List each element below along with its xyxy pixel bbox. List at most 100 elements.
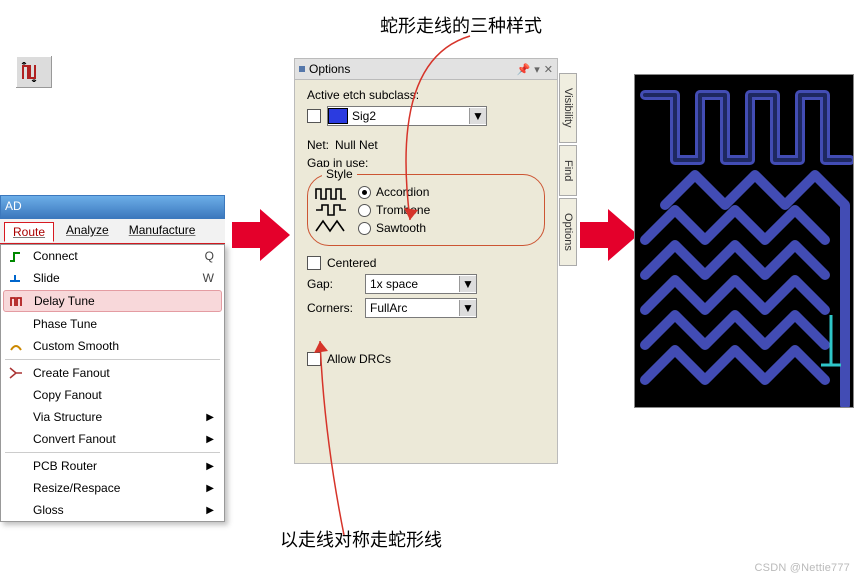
menu-item-via-structure[interactable]: Via Structure ▶ <box>1 406 224 428</box>
style-group: Style Accordion Trombone Sawtooth <box>307 174 545 246</box>
net-label: Net: <box>307 138 329 152</box>
menu-separator <box>5 452 220 453</box>
menu-item-create-fanout[interactable]: Create Fanout <box>1 362 224 384</box>
subclass-value: Sig2 <box>348 109 469 123</box>
submenu-arrow-icon: ▶ <box>206 483 214 494</box>
gap-value: 1x space <box>366 277 459 291</box>
flow-arrow-icon <box>580 222 610 248</box>
menu-item-pcb-router[interactable]: PCB Router ▶ <box>1 455 224 477</box>
window-title-fragment: AD <box>0 195 225 219</box>
menu-item-label: Copy Fanout <box>33 388 214 402</box>
menu-item-gloss[interactable]: Gloss ▶ <box>1 499 224 521</box>
allow-drc-checkbox[interactable] <box>307 352 321 366</box>
net-value: Null Net <box>335 138 378 152</box>
chevron-down-icon[interactable]: ▼ <box>469 108 486 124</box>
tab-find[interactable]: Find <box>559 145 577 196</box>
menu-item-label: Connect <box>33 249 189 263</box>
delay-tune-toolbar-icon[interactable] <box>16 56 52 88</box>
menu-separator <box>5 359 220 360</box>
menu-analyze[interactable]: Analyze <box>58 221 117 241</box>
blank-icon <box>5 316 27 332</box>
menu-item-label: Slide <box>33 271 187 285</box>
menubar: Route Analyze Manufacture <box>0 219 225 244</box>
annotation-centered-explain: 以走线对称走蛇形线 <box>280 526 442 552</box>
route-dropdown: Connect Q Slide W Delay Tune Phase Tune … <box>0 244 225 522</box>
shortcut: W <box>193 271 214 285</box>
menu-item-label: Gloss <box>33 503 200 517</box>
submenu-arrow-icon: ▶ <box>206 505 214 516</box>
radio-label: Sawtooth <box>376 221 426 235</box>
menu-item-slide[interactable]: Slide W <box>1 267 224 289</box>
sawtooth-style-icon <box>314 218 348 234</box>
annotation-serpentine-styles: 蛇形走线的三种样式 <box>380 12 542 38</box>
blank-icon <box>5 458 27 474</box>
subclass-color-swatch[interactable] <box>328 108 348 124</box>
menu-item-custom-smooth[interactable]: Custom Smooth <box>1 335 224 357</box>
menu-item-phase-tune[interactable]: Phase Tune <box>1 313 224 335</box>
shortcut: Q <box>195 249 214 263</box>
menu-item-connect[interactable]: Connect Q <box>1 245 224 267</box>
corners-value: FullArc <box>366 301 459 315</box>
smooth-icon <box>5 338 27 354</box>
menu-item-label: Create Fanout <box>33 366 214 380</box>
menu-item-convert-fanout[interactable]: Convert Fanout ▶ <box>1 428 224 450</box>
blank-icon <box>5 409 27 425</box>
accordion-style-icon <box>314 186 348 202</box>
menu-item-resize-respace[interactable]: Resize/Respace ▶ <box>1 477 224 499</box>
options-panel-titlebar: Options 📌 ▾ ✕ <box>295 59 557 80</box>
side-tabs: Visibility Find Options <box>559 73 577 266</box>
blank-icon <box>5 502 27 518</box>
menu-item-label: Convert Fanout <box>33 432 200 446</box>
tab-options[interactable]: Options <box>559 198 577 266</box>
menu-item-label: Phase Tune <box>33 317 214 331</box>
fanout-icon <box>5 365 27 381</box>
panel-menu-icon[interactable]: ▾ <box>534 63 540 76</box>
menu-item-label: Custom Smooth <box>33 339 214 353</box>
submenu-arrow-icon: ▶ <box>206 434 214 445</box>
options-panel: Options 📌 ▾ ✕ Active etch subclass: Sig2… <box>294 58 558 464</box>
serpentine-preview <box>634 74 854 408</box>
watermark: CSDN @Nettie777 <box>755 562 850 574</box>
style-radio-sawtooth[interactable]: Sawtooth <box>358 221 534 235</box>
radio-label: Accordion <box>376 185 429 199</box>
subclass-visible-check[interactable] <box>307 109 321 123</box>
menu-item-label: Delay Tune <box>34 294 213 308</box>
allow-drc-label: Allow DRCs <box>327 352 391 366</box>
menu-item-label: Via Structure <box>33 410 200 424</box>
corners-select[interactable]: FullArc ▼ <box>365 298 477 318</box>
style-label: Style <box>322 167 357 181</box>
panel-close-icon[interactable]: ✕ <box>544 63 553 76</box>
menu-route[interactable]: Route <box>4 222 54 242</box>
gap-label: Gap: <box>307 277 359 291</box>
radio-label: Trombone <box>376 203 430 217</box>
submenu-arrow-icon: ▶ <box>206 412 214 423</box>
style-radio-trombone[interactable]: Trombone <box>358 203 534 217</box>
corners-label: Corners: <box>307 301 359 315</box>
active-subclass-label: Active etch subclass: <box>307 88 547 102</box>
panel-title: Options <box>309 62 513 76</box>
panel-handle-icon <box>299 66 305 72</box>
subclass-select[interactable]: Sig2 ▼ <box>327 106 487 126</box>
menu-manufacture[interactable]: Manufacture <box>121 221 204 241</box>
style-radio-accordion[interactable]: Accordion <box>358 185 534 199</box>
chevron-down-icon[interactable]: ▼ <box>459 300 476 316</box>
centered-label: Centered <box>327 256 376 270</box>
trombone-style-icon <box>314 202 348 218</box>
menu-item-copy-fanout[interactable]: Copy Fanout <box>1 384 224 406</box>
blank-icon <box>5 387 27 403</box>
panel-pin-icon[interactable]: 📌 <box>517 63 531 76</box>
menu-item-label: Resize/Respace <box>33 481 200 495</box>
menu-item-delay-tune[interactable]: Delay Tune <box>3 290 222 312</box>
gap-select[interactable]: 1x space ▼ <box>365 274 477 294</box>
chevron-down-icon[interactable]: ▼ <box>459 276 476 292</box>
route-menu-panel: AD Route Analyze Manufacture Connect Q S… <box>0 195 225 522</box>
slide-icon <box>5 270 27 286</box>
delay-tune-icon <box>6 293 28 309</box>
tab-visibility[interactable]: Visibility <box>559 73 577 143</box>
blank-icon <box>5 480 27 496</box>
connect-icon <box>5 248 27 264</box>
centered-checkbox[interactable] <box>307 256 321 270</box>
blank-icon <box>5 431 27 447</box>
flow-arrow-icon <box>232 222 262 248</box>
menu-item-label: PCB Router <box>33 459 200 473</box>
